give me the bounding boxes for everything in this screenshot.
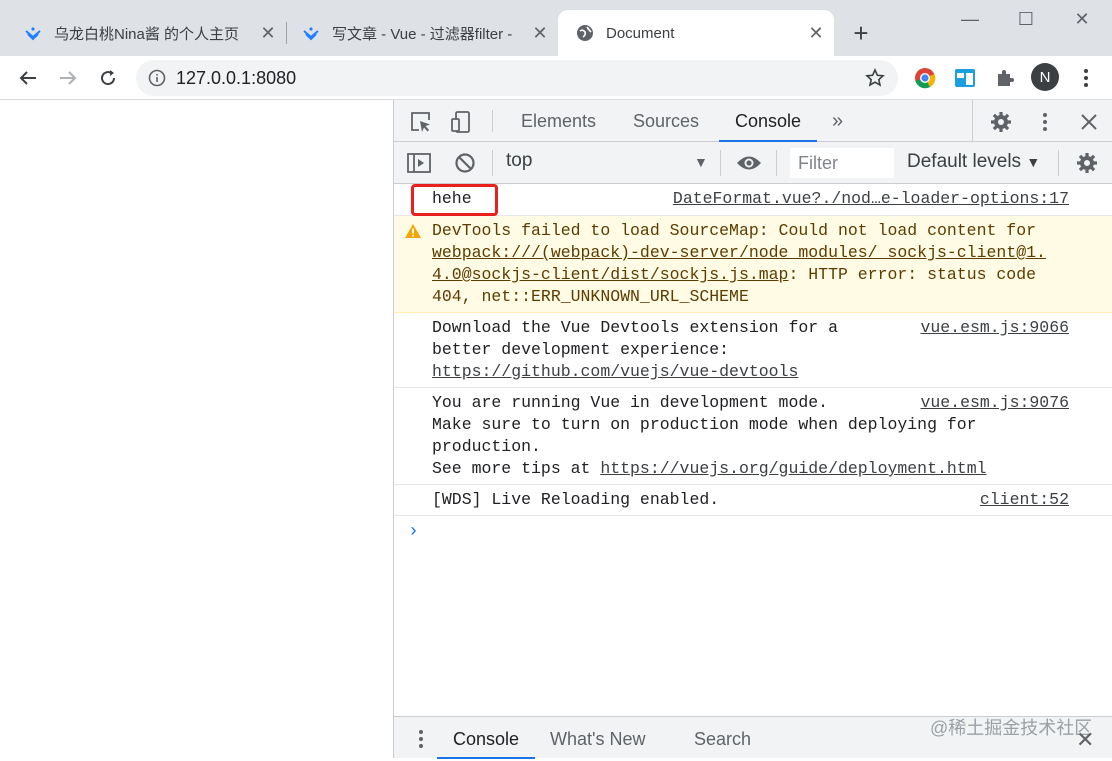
warning-line: DevTools failed to load SourceMap: Could…	[432, 221, 1036, 240]
info-icon[interactable]	[148, 69, 166, 87]
tab-elements[interactable]: Elements	[521, 100, 596, 142]
browser-tab-1[interactable]: 乌龙白桃Nina酱 的个人主页 ✕	[0, 10, 286, 56]
forward-button[interactable]	[54, 64, 82, 92]
drawer-tab-search[interactable]: Search	[694, 717, 751, 759]
log-line: production.	[432, 437, 541, 456]
back-button[interactable]	[14, 64, 42, 92]
chrome-extension-icon[interactable]	[912, 65, 938, 91]
minimize-button[interactable]: —	[956, 8, 984, 30]
browser-tab-2[interactable]: 写文章 - Vue - 过滤器filter - ✕	[286, 10, 558, 56]
context-select[interactable]: top	[506, 150, 532, 172]
close-tab-icon[interactable]: ✕	[806, 23, 826, 43]
devtools-drawer: Console What's New Search @稀土掘金技术社区 ✕	[394, 716, 1112, 759]
source-link[interactable]: DateFormat.vue?./nod…e-loader-options:17	[673, 188, 1069, 210]
clear-console-icon[interactable]	[452, 150, 478, 176]
devtools-link[interactable]: https://github.com/vuejs/vue-devtools	[432, 362, 798, 381]
deployment-link[interactable]: https://vuejs.org/guide/deployment.html	[600, 459, 986, 478]
eye-icon[interactable]	[736, 150, 762, 176]
maximize-button[interactable]: ☐	[1012, 8, 1040, 30]
sourcemap-link[interactable]: 4.0@sockjs-client/dist/sockjs.js.map	[432, 265, 788, 284]
close-tab-icon[interactable]: ✕	[530, 23, 550, 43]
warning-line: 404, net::ERR_UNKNOWN_URL_SCHEME	[432, 287, 749, 306]
console-message-log: You are running Vue in development mode.…	[394, 388, 1112, 485]
highlight-box	[411, 184, 498, 216]
log-line: Make sure to turn on production mode whe…	[432, 415, 977, 434]
browser-toolbar: 127.0.0.1:8080 N	[0, 56, 1112, 100]
drawer-menu-icon[interactable]	[408, 726, 434, 752]
window-extension-icon[interactable]	[952, 65, 978, 91]
window-close-button[interactable]: ✕	[1068, 8, 1096, 30]
close-drawer-icon[interactable]: ✕	[1076, 727, 1094, 753]
console-settings-gear-icon[interactable]	[1074, 150, 1100, 176]
divider	[776, 150, 777, 176]
chevron-down-icon[interactable]: ▼	[694, 154, 708, 170]
divider	[972, 100, 973, 142]
watermark-text: @稀土掘金技术社区	[930, 718, 1093, 738]
tab-title: 乌龙白桃Nina酱 的个人主页	[54, 25, 240, 43]
divider	[492, 150, 493, 176]
divider	[720, 150, 721, 176]
tab-console[interactable]: Console	[718, 100, 818, 142]
profile-avatar[interactable]: N	[1031, 63, 1059, 91]
tab-title: 写文章 - Vue - 过滤器filter -	[332, 25, 513, 43]
puzzle-icon[interactable]	[992, 65, 1018, 91]
tab-sources[interactable]: Sources	[633, 100, 699, 142]
url-text: 127.0.0.1:8080	[176, 67, 297, 88]
chevron-down-icon: ▼	[1026, 154, 1041, 170]
new-tab-button[interactable]: +	[848, 18, 874, 48]
warning-icon	[404, 223, 422, 239]
sourcemap-link[interactable]: webpack:///(webpack)-dev-server/node_mod…	[432, 243, 1046, 262]
console-message-log: hehe DateFormat.vue?./nod…e-loader-optio…	[394, 184, 1112, 216]
page-viewport	[0, 100, 393, 758]
console-message-log: [WDS] Live Reloading enabled. client:52	[394, 485, 1112, 516]
devtools-panel: Elements Sources Console » top ▼ Default…	[393, 100, 1112, 759]
juejin-icon	[24, 24, 42, 42]
log-levels-label: Default levels	[907, 151, 1022, 172]
settings-gear-icon[interactable]	[988, 109, 1014, 135]
more-tabs-button[interactable]: »	[832, 100, 843, 142]
console-message-log: Download the Vue Devtools extension for …	[394, 313, 1112, 388]
console-toolbar: top ▼ Default levels ▼	[394, 142, 1112, 184]
drawer-tab-console[interactable]: Console	[436, 717, 536, 759]
tab-strip: 乌龙白桃Nina酱 的个人主页 ✕ 写文章 - Vue - 过滤器filter …	[0, 0, 1112, 56]
console-messages: hehe DateFormat.vue?./nod…e-loader-optio…	[394, 184, 1112, 516]
bookmark-star-icon[interactable]	[864, 67, 886, 89]
address-bar[interactable]: 127.0.0.1:8080	[136, 60, 898, 96]
tab-title: Document	[606, 24, 675, 42]
juejin-icon	[302, 24, 320, 42]
source-link[interactable]: vue.esm.js:9066	[920, 317, 1069, 339]
warning-line: : HTTP error: status code	[788, 265, 1037, 284]
filter-input[interactable]	[790, 148, 894, 178]
chrome-menu-icon[interactable]	[1076, 65, 1096, 91]
device-toolbar-icon[interactable]	[448, 109, 474, 135]
browser-tab-active[interactable]: Document ✕	[558, 10, 834, 56]
inspect-element-icon[interactable]	[408, 109, 434, 135]
source-link[interactable]: vue.esm.js:9076	[920, 392, 1069, 414]
divider	[1058, 150, 1059, 176]
log-line: See more tips at	[432, 459, 601, 478]
devtools-tabbar: Elements Sources Console »	[394, 100, 1112, 142]
reload-button[interactable]	[94, 64, 122, 92]
console-message-warning: DevTools failed to load SourceMap: Could…	[394, 216, 1112, 313]
log-line: better development experience:	[432, 340, 730, 359]
console-prompt[interactable]: ›	[408, 522, 419, 542]
drawer-tab-whats-new[interactable]: What's New	[550, 717, 645, 759]
log-text: [WDS] Live Reloading enabled.	[432, 490, 720, 509]
close-devtools-icon[interactable]	[1076, 109, 1102, 135]
globe-icon	[576, 24, 594, 42]
devtools-menu-icon[interactable]	[1032, 109, 1058, 135]
log-levels-dropdown[interactable]: Default levels ▼	[907, 151, 1040, 173]
close-tab-icon[interactable]: ✕	[258, 23, 278, 43]
divider	[492, 110, 493, 132]
sidebar-toggle-icon[interactable]	[406, 150, 432, 176]
source-link[interactable]: client:52	[980, 489, 1069, 511]
